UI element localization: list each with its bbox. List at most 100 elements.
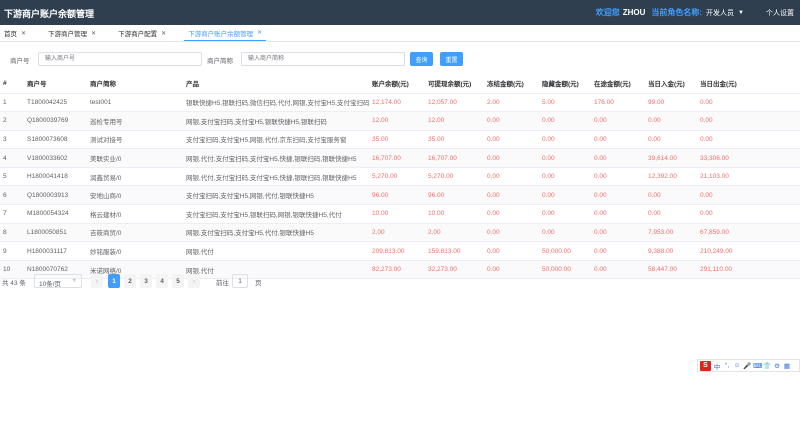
column-header-merchant-name: 商户简称 (87, 74, 183, 94)
table-row[interactable]: 1 T1800042425 test001 银联快捷H5,银联扫码,微信扫码,代付,网… (0, 93, 800, 113)
cell-day-out: 0.00 (697, 204, 800, 224)
punctuation-icon[interactable]: °, (723, 362, 731, 369)
table-row[interactable]: 8 L1800050851 吉筱商贸/0 网银,支付宝扫码,支付宝H5,代付,银联快捷… (0, 223, 800, 243)
merchant-no-input[interactable] (38, 52, 202, 66)
cell-frozen: 0.00 (484, 148, 539, 168)
cell-products: 网银,代付,支付宝扫码,支付宝H5,快捷,银联扫码,银联快捷H5 (183, 148, 369, 168)
goto-label: 前往 (216, 280, 229, 287)
top-header: 下游商户账户余额管理 欢迎您 ZHOU 当前角色名称: 开发人员 ▼ 个人设置 (0, 0, 800, 25)
cell-frozen: 0.00 (484, 111, 539, 131)
goto-page-input[interactable]: 1 (232, 274, 248, 288)
cell-withdrawable: 16,707.00 (425, 148, 484, 168)
filter-bar: 商户号 商户简称 查询 重置 (0, 51, 800, 69)
column-header-balance: 账户余额(元) (369, 74, 425, 94)
column-header-index: # (0, 74, 24, 94)
cell-products: 支付宝扫码,支付宝H5,网银,代付,京东扫码,支付宝服务窗 (183, 130, 369, 150)
role-dropdown[interactable]: 开发人员 ▼ (706, 8, 744, 18)
cell-name: test001 (87, 93, 183, 113)
column-header-hidden: 隐藏金额(元) (539, 74, 591, 94)
tab-home[interactable]: 首页 ✕ (0, 25, 30, 41)
tab-bar: 首页 ✕ 下游商户管理 ✕ 下游商户配置 ✕ 下游商户账户余额管理 ✕ (0, 25, 800, 42)
cell-merchant-no: V1800033602 (24, 148, 87, 168)
next-page-button[interactable]: › (188, 274, 200, 288)
cell-day-in: 0.00 (645, 185, 697, 206)
toolbox-icon[interactable]: ▦ (783, 362, 791, 370)
reset-button[interactable]: 重置 (440, 52, 463, 66)
page-button-1[interactable]: 1 (108, 274, 120, 288)
cell-balance: 12.00 (369, 111, 425, 131)
page-size-select[interactable]: 10条/页 ▼ (34, 274, 82, 288)
cell-day-out: 210,249.00 (697, 241, 800, 261)
cell-idx: 2 (0, 111, 24, 131)
table-row[interactable]: 9 H1800031117 妙铭服装/0 网银,代付 209,813.00 159,813… (0, 241, 800, 261)
cell-idx: 1 (0, 93, 24, 113)
close-icon[interactable]: ✕ (161, 30, 166, 37)
close-icon[interactable]: ✕ (91, 30, 96, 37)
page-suffix: 页 (255, 280, 262, 287)
chinese-mode-icon[interactable]: 中 (713, 361, 721, 371)
merchant-no-label: 商户号 (10, 58, 30, 65)
cell-products: 网银,代付 (183, 241, 369, 261)
personal-settings-link[interactable]: 个人设置 (766, 8, 794, 18)
emoji-icon[interactable]: ☺ (733, 362, 741, 369)
cell-name: 吉筱商贸/0 (87, 223, 183, 243)
query-button[interactable]: 查询 (410, 52, 433, 66)
cell-products: 网银,支付宝扫码,支付宝H5,银联快捷H5,银联扫码 (183, 111, 369, 131)
tab-label: 首页 (4, 31, 17, 38)
tab-label: 下游商户管理 (48, 31, 88, 38)
cell-in-transit: 0.00 (591, 223, 645, 243)
tab-label: 下游商户账户余额管理 (188, 30, 254, 38)
cell-merchant-no: Q1800003913 (24, 185, 87, 206)
page-button-3[interactable]: 3 (140, 274, 152, 288)
page-button-2[interactable]: 2 (124, 274, 136, 288)
table-row[interactable]: 3 S1800073608 测试对接号 支付宝扫码,支付宝H5,网银,代付,京东扫码,… (0, 130, 800, 150)
cell-idx: 8 (0, 223, 24, 243)
cell-products: 银联快捷H5,银联扫码,微信扫码,代付,网银,支付宝H5,支付宝扫码 (183, 93, 369, 113)
table-row[interactable]: 2 Q1800039769 巡检专用号 网银,支付宝扫码,支付宝H5,银联快捷H5,银… (0, 111, 800, 131)
cell-balance: 96.00 (369, 185, 425, 206)
cell-merchant-no: Q1800039769 (24, 111, 87, 131)
page-button-5[interactable]: 5 (172, 274, 184, 288)
page-button-4[interactable]: 4 (156, 274, 168, 288)
cell-day-in: 0.00 (645, 204, 697, 224)
cell-balance: 2.00 (369, 223, 425, 243)
close-icon[interactable]: ✕ (257, 29, 262, 36)
merchant-name-label: 商户简称 (207, 58, 233, 65)
cell-frozen: 0.00 (484, 204, 539, 224)
cell-balance: 209,813.00 (369, 241, 425, 261)
cell-idx: 7 (0, 204, 24, 224)
cell-day-in: 0.00 (645, 130, 697, 150)
keyboard-icon[interactable]: ⌨ (753, 362, 762, 370)
prev-page-button[interactable]: ‹ (91, 274, 103, 288)
total-count: 共 43 条 (2, 280, 26, 287)
app-title: 下游商户账户余额管理 (4, 9, 95, 19)
table-row[interactable]: 4 V1800033602 美联实业/0 网银,代付,支付宝扫码,支付宝H5,快捷,银… (0, 148, 800, 168)
tab-merchant-config[interactable]: 下游商户配置 ✕ (114, 25, 170, 41)
cell-in-transit: 0.00 (591, 167, 645, 187)
table-row[interactable]: 5 H1800041418 润鑫贸易/0 网银,代付,支付宝扫码,支付宝H5,快捷,银… (0, 167, 800, 187)
tab-balance-management[interactable]: 下游商户账户余额管理 ✕ (184, 25, 267, 41)
cell-in-transit: 0.00 (591, 185, 645, 206)
table-row[interactable]: 6 Q1800003913 安地山商/0 支付宝扫码,支付宝H5,网银,代付,银联快捷… (0, 185, 800, 206)
column-header-frozen: 冻结金额(元) (484, 74, 539, 94)
merchant-name-input[interactable] (241, 52, 405, 66)
table-row[interactable]: 7 M1800054324 格云建材/0 支付宝扫码,支付宝H5,银联扫码,网银,银联… (0, 204, 800, 224)
cell-idx: 5 (0, 167, 24, 187)
cell-idx: 9 (0, 241, 24, 261)
cell-merchant-no: S1800073608 (24, 130, 87, 150)
cell-balance: 10.00 (369, 204, 425, 224)
pagination: 共 43 条 10条/页 ▼ ‹ 1 2 3 4 5 › 前往 1 页 (0, 274, 800, 288)
close-icon[interactable]: ✕ (21, 30, 26, 37)
settings-icon[interactable]: ⚙ (773, 362, 781, 370)
cell-hidden: 0.00 (539, 185, 591, 206)
cell-balance: 35.00 (369, 130, 425, 150)
cell-withdrawable: 96.00 (425, 185, 484, 206)
cell-name: 安地山商/0 (87, 185, 183, 206)
cell-in-transit: 0.00 (591, 111, 645, 131)
tab-merchant-management[interactable]: 下游商户管理 ✕ (44, 25, 100, 41)
microphone-icon[interactable]: 🎤 (743, 362, 751, 370)
skin-icon[interactable]: 👕 (763, 362, 771, 370)
cell-idx: 3 (0, 130, 24, 150)
sogou-logo-icon[interactable]: S (700, 360, 711, 371)
column-header-in-transit: 在途金额(元) (591, 74, 645, 94)
